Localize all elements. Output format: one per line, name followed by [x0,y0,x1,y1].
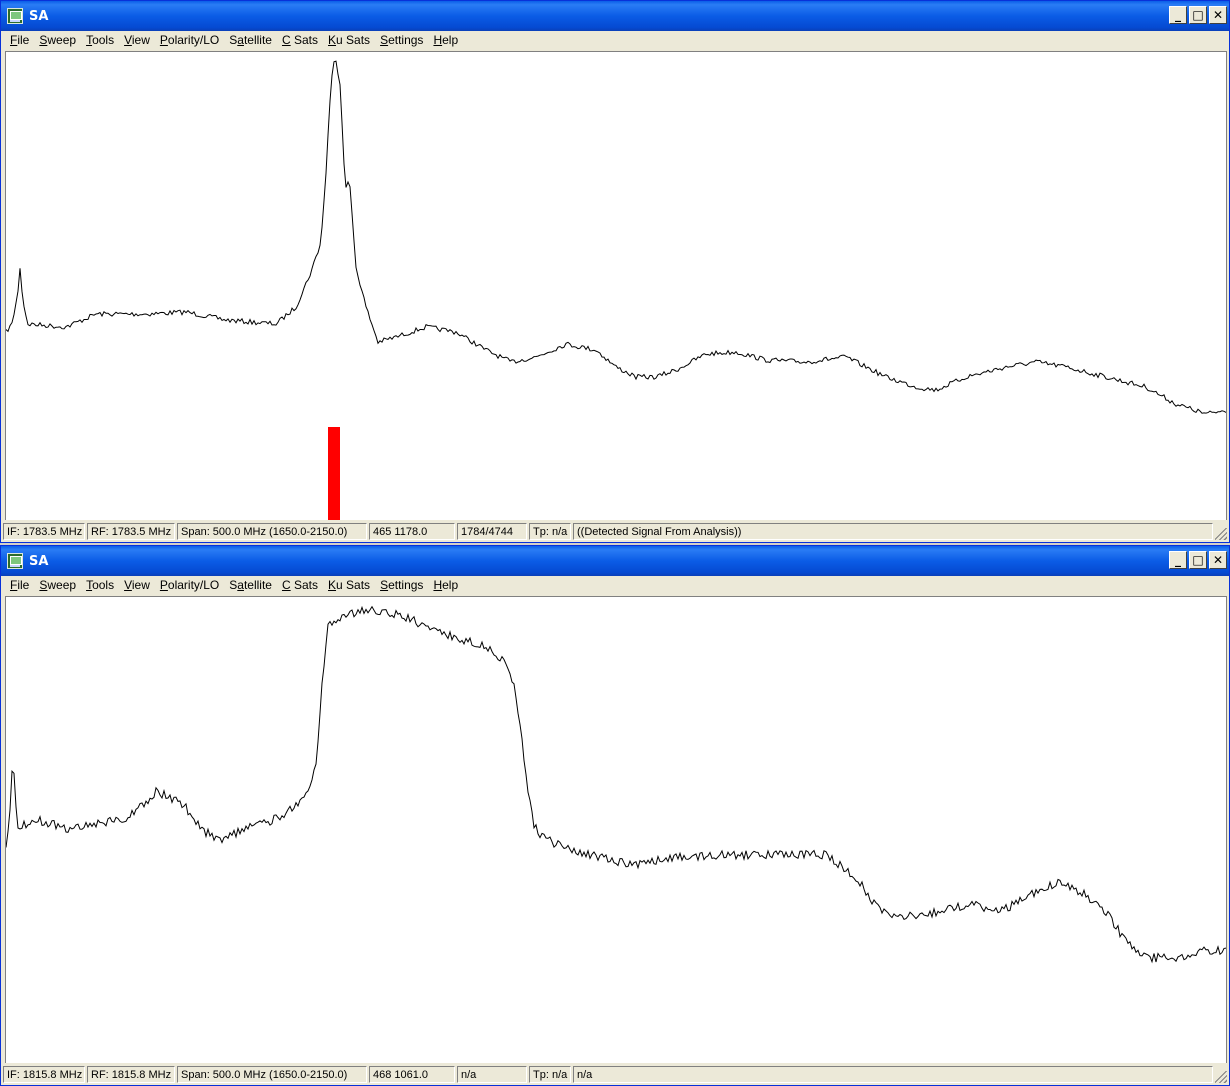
status-note: ((Detected Signal From Analysis)) [573,522,1213,540]
resize-grip-icon[interactable] [1215,528,1227,540]
status-rf: RF: 1815.8 MHz [87,1065,175,1083]
menu-help[interactable]: Help [428,576,463,595]
menu-polarity-lo[interactable]: Polarity/LO [155,576,224,595]
sa-app-icon[interactable] [7,553,23,569]
spectrum-plot-1[interactable] [5,51,1227,521]
status-span: Span: 500.0 MHz (1650.0-2150.0) [177,1065,367,1083]
menu-tools[interactable]: Tools [81,576,119,595]
status-count: n/a [457,1065,527,1083]
spectrum-plot-2[interactable] [5,596,1227,1064]
status-cursor: 465 1178.0 [369,522,455,540]
menu-help[interactable]: Help [428,31,463,50]
minimize-icon[interactable]: _ [1169,551,1187,569]
window-title: SA [29,553,49,569]
status-bar: IF: 1815.8 MHz RF: 1815.8 MHz Span: 500.… [1,1063,1229,1085]
menu-ku-sats[interactable]: Ku Sats [323,31,375,50]
status-note: n/a [573,1065,1213,1083]
menu-settings[interactable]: Settings [375,576,428,595]
maximize-icon[interactable]: □ [1189,551,1207,569]
spectrum-trace-2 [6,605,1226,964]
menu-sweep[interactable]: Sweep [34,31,81,50]
signal-marker [328,427,340,520]
sa-app-icon[interactable] [7,8,23,24]
menu-settings[interactable]: Settings [375,31,428,50]
status-cursor: 468 1061.0 [369,1065,455,1083]
spectrum-window-1: SA _ □ ✕ File Sweep Tools View Polarity/… [0,0,1230,543]
spectrum-trace-1 [6,60,1226,414]
title-bar[interactable]: SA _ □ ✕ [1,546,1229,576]
menu-view[interactable]: View [119,576,155,595]
status-count: 1784/4744 [457,522,527,540]
menu-bar: File Sweep Tools View Polarity/LO Satell… [1,576,1229,595]
maximize-icon[interactable]: □ [1189,6,1207,24]
menu-view[interactable]: View [119,31,155,50]
spectrum-trace-1-svg [6,60,1226,520]
status-bar: IF: 1783.5 MHz RF: 1783.5 MHz Span: 500.… [1,520,1229,542]
menu-satellite[interactable]: Satellite [224,31,277,50]
menu-satellite[interactable]: Satellite [224,576,277,595]
status-if: IF: 1815.8 MHz [3,1065,85,1083]
menu-c-sats[interactable]: C Sats [277,31,323,50]
close-icon[interactable]: ✕ [1209,6,1227,24]
spectrum-trace-2-svg [6,605,1226,964]
resize-grip-icon[interactable] [1215,1071,1227,1083]
menu-bar: File Sweep Tools View Polarity/LO Satell… [1,31,1229,50]
menu-polarity-lo[interactable]: Polarity/LO [155,31,224,50]
menu-file[interactable]: File [5,31,34,50]
status-span: Span: 500.0 MHz (1650.0-2150.0) [177,522,367,540]
status-if: IF: 1783.5 MHz [3,522,85,540]
menu-sweep[interactable]: Sweep [34,576,81,595]
status-tp: Tp: n/a [529,522,571,540]
menu-tools[interactable]: Tools [81,31,119,50]
spectrum-window-2: SA _ □ ✕ File Sweep Tools View Polarity/… [0,545,1230,1086]
window-title: SA [29,8,49,24]
menu-ku-sats[interactable]: Ku Sats [323,576,375,595]
menu-file[interactable]: File [5,576,34,595]
status-rf: RF: 1783.5 MHz [87,522,175,540]
minimize-icon[interactable]: _ [1169,6,1187,24]
title-bar[interactable]: SA _ □ ✕ [1,1,1229,31]
close-icon[interactable]: ✕ [1209,551,1227,569]
status-tp: Tp: n/a [529,1065,571,1083]
menu-c-sats[interactable]: C Sats [277,576,323,595]
